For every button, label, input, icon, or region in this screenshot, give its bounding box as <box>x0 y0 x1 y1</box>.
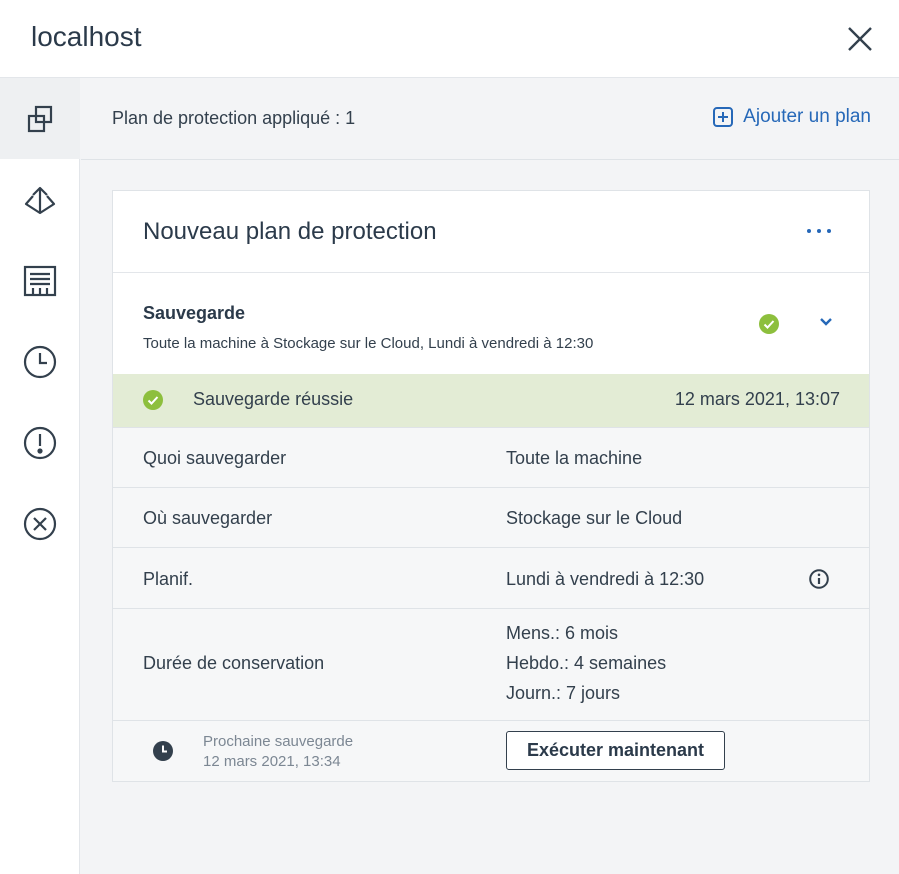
backup-status-row: Sauvegarde réussie 12 mars 2021, 13:07 <box>113 374 869 427</box>
schedule-row: Planif. Lundi à vendredi à 12:30 <box>113 547 869 609</box>
status-date: 12 mars 2021, 13:07 <box>674 389 840 409</box>
more-options-button[interactable] <box>807 229 831 239</box>
sidebar-item-activities[interactable] <box>0 240 80 321</box>
close-icon <box>848 27 872 51</box>
retention-row: Durée de conservation Mens.: 6 mois Hebd… <box>113 608 869 720</box>
more-dot <box>817 229 821 233</box>
sidebar-item-cancel[interactable] <box>0 483 80 564</box>
recovery-icon <box>24 186 56 214</box>
success-check-icon <box>143 390 163 410</box>
retention-label: Durée de conservation <box>143 653 325 673</box>
retention-monthly: Mens.: 6 mois <box>506 623 619 643</box>
history-icon <box>23 345 57 378</box>
panel-header: localhost <box>0 0 899 78</box>
more-dot <box>827 229 831 233</box>
add-square-icon <box>713 107 734 127</box>
add-plan-label: Ajouter un plan <box>743 106 871 127</box>
status-label: Sauvegarde réussie <box>193 389 354 409</box>
where-label: Où sauvegarder <box>143 508 273 528</box>
panel-title: localhost <box>31 21 142 52</box>
what-value: Toute la machine <box>506 448 643 468</box>
backup-section-title: Sauvegarde <box>143 303 246 323</box>
retention-daily: Journ.: 7 jours <box>506 683 621 703</box>
run-now-button[interactable]: Exécuter maintenant <box>506 731 725 770</box>
success-check-icon <box>759 314 779 334</box>
schedule-value: Lundi à vendredi à 12:30 <box>506 569 705 589</box>
where-to-backup-row: Où sauvegarder Stockage sur le Cloud <box>113 487 869 548</box>
next-backup-date: 12 mars 2021, 13:34 <box>203 753 341 770</box>
activities-icon <box>23 265 57 296</box>
retention-weekly: Hebdo.: 4 semaines <box>506 653 667 673</box>
info-icon[interactable] <box>809 569 829 589</box>
alerts-icon <box>23 426 57 459</box>
more-dot <box>807 229 811 233</box>
sidebar-item-protection[interactable] <box>0 78 80 159</box>
what-to-backup-row: Quoi sauvegarder Toute la machine <box>113 427 869 488</box>
close-button[interactable] <box>842 21 878 57</box>
backup-section-summary: Toute la machine à Stockage sur le Cloud… <box>143 335 594 352</box>
clock-icon <box>153 741 173 761</box>
add-plan-button[interactable]: Ajouter un plan <box>713 106 871 128</box>
protection-plan-card: Nouveau plan de protection Sauvegarde To… <box>112 190 870 782</box>
applied-plan-count: Plan de protection appliqué : 1 <box>112 108 356 128</box>
cancel-icon <box>23 507 57 540</box>
sidebar <box>0 78 80 874</box>
what-label: Quoi sauvegarder <box>143 448 287 468</box>
card-divider <box>113 272 869 273</box>
chevron-down-icon[interactable] <box>819 317 833 327</box>
sidebar-item-history[interactable] <box>0 321 80 402</box>
plan-title: Nouveau plan de protection <box>143 218 437 245</box>
protection-plans-icon <box>27 105 53 132</box>
where-value: Stockage sur le Cloud <box>506 508 683 528</box>
next-backup-row: Prochaine sauvegarde 12 mars 2021, 13:34… <box>113 720 869 781</box>
sidebar-item-recovery[interactable] <box>0 159 80 240</box>
schedule-label: Planif. <box>143 569 194 589</box>
next-backup-label: Prochaine sauvegarde <box>203 733 354 750</box>
plans-toolbar: Plan de protection appliqué : 1 Ajouter … <box>81 78 899 160</box>
sidebar-item-alerts[interactable] <box>0 402 80 483</box>
